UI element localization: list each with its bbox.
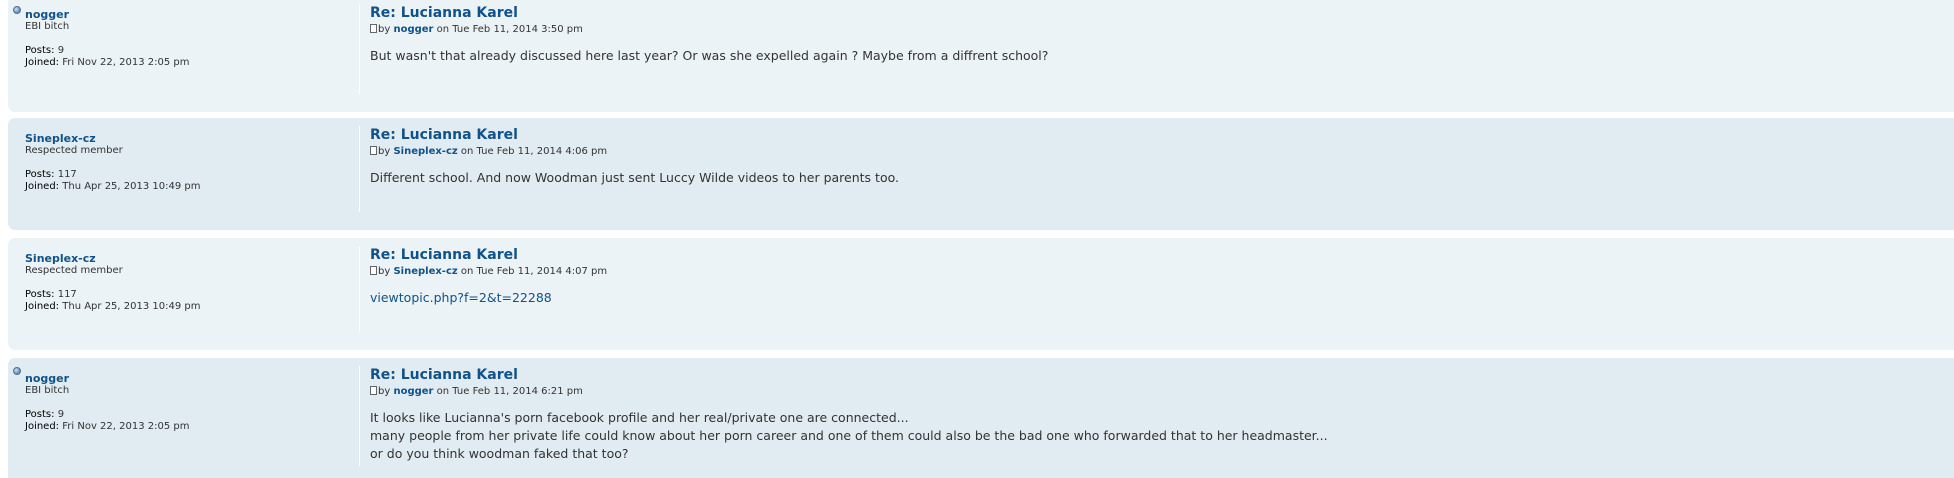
post-author-link[interactable]: nogger: [393, 386, 433, 397]
post-title-link[interactable]: Re: Lucianna Karel: [370, 366, 1934, 384]
author-username-link[interactable]: nogger: [25, 372, 345, 385]
post-content-line: or do you think woodman faked that too?: [370, 446, 629, 461]
post-title-link[interactable]: Re: Lucianna Karel: [370, 4, 1934, 22]
by-label: by: [378, 266, 391, 277]
post-content-line: It looks like Lucianna's porn facebook p…: [370, 410, 909, 425]
author-username-link[interactable]: Sineplex-cz: [25, 132, 345, 145]
post-date: on Tue Feb 11, 2014 4:07 pm: [460, 266, 608, 277]
author-posts-stat: Posts: 9: [25, 45, 345, 57]
post-body: Re: Lucianna Karel by nogger on Tue Feb …: [359, 4, 1934, 94]
author-username-link[interactable]: nogger: [25, 8, 345, 21]
author-posts-stat: Posts: 117: [25, 289, 345, 301]
post-author-line: by Sineplex-cz on Tue Feb 11, 2014 4:07 …: [370, 265, 1934, 279]
post-author-link[interactable]: Sineplex-cz: [393, 146, 457, 157]
author-joined-stat: Joined: Thu Apr 25, 2013 10:49 pm: [25, 181, 345, 193]
topic-link[interactable]: viewtopic.php?f=2&t=22288: [370, 290, 552, 305]
post: Sineplex-cz Respected member Posts: 117 …: [8, 238, 1954, 350]
joined-label: Joined:: [25, 421, 60, 432]
post-icon[interactable]: [370, 24, 377, 33]
post: nogger EBI bitch Posts: 9 Joined: Fri No…: [8, 0, 1954, 112]
joined-label: Joined:: [25, 57, 60, 68]
post-profile: Sineplex-cz Respected member Posts: 117 …: [25, 252, 345, 313]
author-rank: EBI bitch: [25, 385, 70, 396]
post-date: on Tue Feb 11, 2014 6:21 pm: [436, 386, 583, 397]
by-label: by: [378, 386, 391, 397]
post-content-line: many people from her private life could …: [370, 428, 1328, 443]
post-title-link[interactable]: Re: Lucianna Karel: [370, 126, 1934, 144]
author-rank: Respected member: [25, 265, 123, 276]
post-content: It looks like Lucianna's porn facebook p…: [370, 409, 1934, 463]
joined-date: Fri Nov 22, 2013 2:05 pm: [62, 421, 190, 432]
posts-label: Posts:: [25, 409, 55, 420]
posts-label: Posts:: [25, 169, 55, 180]
author-username-link[interactable]: Sineplex-cz: [25, 252, 345, 265]
joined-date: Thu Apr 25, 2013 10:49 pm: [62, 301, 201, 312]
posts-label: Posts:: [25, 289, 55, 300]
joined-date: Fri Nov 22, 2013 2:05 pm: [62, 57, 190, 68]
post-content: Different school. And now Woodman just s…: [370, 169, 1934, 187]
author-rank: EBI bitch: [25, 21, 70, 32]
joined-label: Joined:: [25, 181, 60, 192]
posts-count: 9: [57, 409, 65, 420]
post-author-link[interactable]: nogger: [393, 24, 433, 35]
post-date: on Tue Feb 11, 2014 3:50 pm: [436, 24, 583, 35]
post-content: But wasn't that already discussed here l…: [370, 47, 1934, 65]
topic-posts: nogger EBI bitch Posts: 9 Joined: Fri No…: [0, 0, 1954, 478]
post-icon[interactable]: [370, 386, 377, 395]
post-author-line: by nogger on Tue Feb 11, 2014 6:21 pm: [370, 385, 1934, 399]
author-posts-stat: Posts: 117: [25, 169, 345, 181]
post: Sineplex-cz Respected member Posts: 117 …: [8, 118, 1954, 230]
author-joined-stat: Joined: Fri Nov 22, 2013 2:05 pm: [25, 57, 345, 69]
post-author-line: by nogger on Tue Feb 11, 2014 3:50 pm: [370, 23, 1934, 37]
post-body: Re: Lucianna Karel by Sineplex-cz on Tue…: [359, 126, 1934, 212]
author-posts-stat: Posts: 9: [25, 409, 345, 421]
author-joined-stat: Joined: Fri Nov 22, 2013 2:05 pm: [25, 421, 345, 433]
post-icon[interactable]: [370, 146, 377, 155]
online-status-icon: [13, 6, 21, 14]
author-joined-stat: Joined: Thu Apr 25, 2013 10:49 pm: [25, 301, 345, 313]
post-author-link[interactable]: Sineplex-cz: [393, 266, 457, 277]
by-label: by: [378, 146, 391, 157]
post-content-line: But wasn't that already discussed here l…: [370, 48, 1049, 63]
online-status-icon: [13, 367, 21, 375]
post-body: Re: Lucianna Karel by Sineplex-cz on Tue…: [359, 246, 1934, 332]
post-title-link[interactable]: Re: Lucianna Karel: [370, 246, 1934, 264]
posts-count: 117: [57, 169, 77, 180]
post-profile: Sineplex-cz Respected member Posts: 117 …: [25, 132, 345, 193]
post-content: viewtopic.php?f=2&t=22288: [370, 289, 1934, 307]
post-icon[interactable]: [370, 266, 377, 275]
by-label: by: [378, 24, 391, 35]
post: nogger EBI bitch Posts: 9 Joined: Fri No…: [8, 358, 1954, 478]
post-date: on Tue Feb 11, 2014 4:06 pm: [460, 146, 608, 157]
post-author-line: by Sineplex-cz on Tue Feb 11, 2014 4:06 …: [370, 145, 1934, 159]
author-rank: Respected member: [25, 145, 123, 156]
post-profile: nogger EBI bitch Posts: 9 Joined: Fri No…: [25, 372, 345, 433]
joined-label: Joined:: [25, 301, 60, 312]
posts-count: 117: [57, 289, 77, 300]
post-body: Re: Lucianna Karel by nogger on Tue Feb …: [359, 366, 1934, 466]
post-content-line: Different school. And now Woodman just s…: [370, 170, 899, 185]
posts-label: Posts:: [25, 45, 55, 56]
posts-count: 9: [57, 45, 65, 56]
post-profile: nogger EBI bitch Posts: 9 Joined: Fri No…: [25, 8, 345, 69]
joined-date: Thu Apr 25, 2013 10:49 pm: [62, 181, 201, 192]
